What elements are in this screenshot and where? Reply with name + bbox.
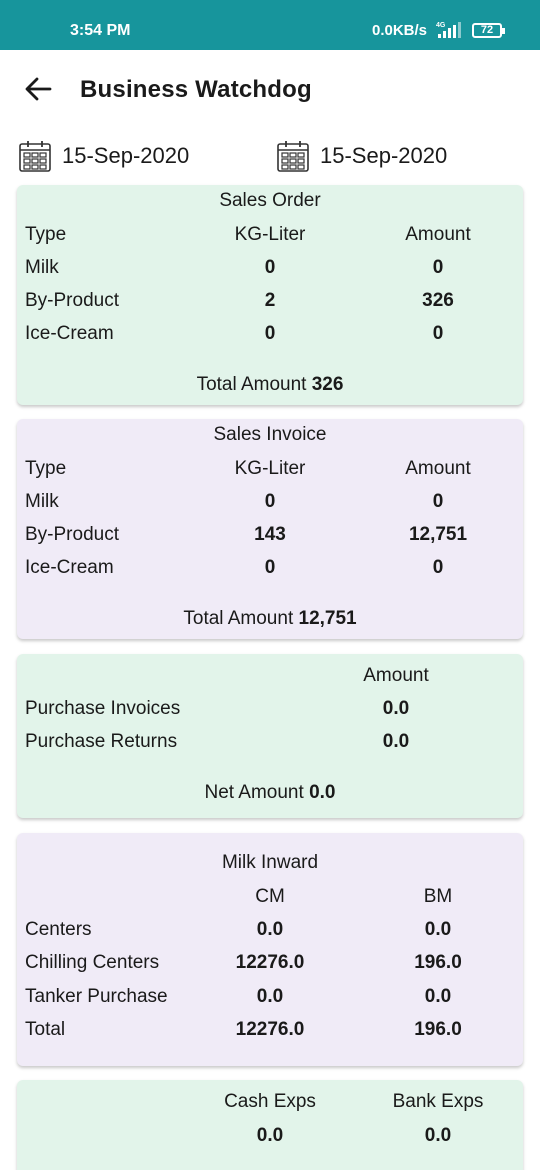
milk-inward-title: Milk Inward — [221, 852, 319, 873]
header-amount: Amount — [405, 458, 471, 479]
header-cm: CM — [255, 886, 285, 907]
signal-icon: 4G — [436, 22, 461, 38]
inward-row-cm: 0.0 — [256, 986, 284, 1007]
calendar-icon — [19, 141, 51, 172]
total-value: 12,751 — [298, 608, 357, 629]
from-date-picker[interactable]: 15-Sep-2020 — [18, 138, 189, 174]
row-amount: 0 — [432, 491, 444, 512]
row-qty: 0 — [264, 491, 276, 512]
status-time: 3:54 PM — [70, 22, 131, 39]
status-bar: 3:54 PM 0.0KB/s 4G 72 — [0, 0, 540, 50]
to-date-value: 15-Sep-2020 — [320, 143, 448, 168]
calendar-icon — [277, 141, 309, 172]
purchase-row-amount: 0.0 — [382, 731, 410, 752]
network-speed: 0.0KB/s — [372, 22, 428, 39]
app-bar: Business Watchdog — [0, 50, 540, 130]
milk-inward-card: Milk Inward CM BM Centers 0.0 0.0 Chilli… — [17, 833, 523, 1066]
to-date-picker[interactable]: 15-Sep-2020 — [276, 138, 447, 174]
row-amount: 0 — [432, 323, 444, 344]
inward-row-label: Total — [25, 1019, 66, 1040]
cash-exps-value: 0.0 — [256, 1125, 284, 1146]
purchase-card: Amount Purchase Invoices 0.0 Purchase Re… — [17, 654, 523, 818]
inward-row-bm: 0.0 — [424, 919, 452, 940]
row-type: By-Product — [25, 290, 119, 311]
sales-invoice-total: Total Amount 12,751 — [17, 608, 523, 630]
row-qty: 0 — [264, 323, 276, 344]
purchase-row-amount: 0.0 — [382, 698, 410, 719]
header-amount: Amount — [405, 224, 471, 245]
row-amount: 0 — [432, 257, 444, 278]
row-type: Milk — [25, 257, 59, 278]
total-label: Total Amount — [196, 374, 307, 395]
inward-row-bm: 0.0 — [424, 986, 452, 1007]
sales-order-total: Total Amount 326 — [17, 374, 523, 396]
total-label: Total Amount — [183, 608, 294, 629]
header-kg-liter: KG-Liter — [234, 458, 306, 479]
purchase-row-label: Purchase Invoices — [25, 698, 181, 719]
purchase-net-total: Net Amount 0.0 — [17, 782, 523, 804]
total-value: 326 — [311, 374, 344, 395]
purchase-amount-header: Amount — [363, 665, 429, 686]
inward-row-bm: 196.0 — [414, 1019, 462, 1040]
header-type: Type — [25, 458, 67, 479]
inward-row-cm: 0.0 — [256, 919, 284, 940]
battery-level: 72 — [480, 24, 494, 36]
purchase-row-label: Purchase Returns — [25, 731, 178, 752]
inward-row-cm: 12276.0 — [235, 952, 305, 973]
from-date-value: 15-Sep-2020 — [62, 143, 190, 168]
row-qty: 0 — [264, 557, 276, 578]
arrow-left-icon[interactable] — [24, 76, 52, 102]
inward-row-cm: 12276.0 — [235, 1019, 305, 1040]
row-type: Ice-Cream — [25, 557, 114, 578]
net-value: 0.0 — [309, 782, 336, 803]
inward-row-bm: 196.0 — [414, 952, 462, 973]
inward-row-label: Centers — [25, 919, 92, 940]
row-amount: 0 — [432, 557, 444, 578]
expenses-card: Cash Exps Bank Exps 0.0 0.0 — [17, 1080, 523, 1170]
row-amount: 12,751 — [408, 524, 468, 545]
inward-row-label: Tanker Purchase — [25, 986, 168, 1007]
inward-row-label: Chilling Centers — [25, 952, 160, 973]
sales-invoice-title: Sales Invoice — [213, 424, 327, 445]
sales-invoice-card: Sales Invoice Type KG-Liter Amount Milk … — [17, 419, 523, 639]
header-bank-exps: Bank Exps — [392, 1091, 484, 1112]
row-amount: 326 — [422, 290, 454, 311]
sales-order-card: Sales Order Type KG-Liter Amount Milk 0 … — [17, 185, 523, 405]
date-range: 15-Sep-2020 15-Sep-2020 — [0, 138, 540, 178]
sales-order-title: Sales Order — [219, 190, 321, 211]
row-type: Milk — [25, 491, 59, 512]
net-label: Net Amount — [204, 782, 304, 803]
header-type: Type — [25, 224, 67, 245]
row-qty: 143 — [254, 524, 286, 545]
row-qty: 2 — [264, 290, 276, 311]
row-type: Ice-Cream — [25, 323, 114, 344]
header-cash-exps: Cash Exps — [224, 1091, 316, 1112]
bank-exps-value: 0.0 — [424, 1125, 452, 1146]
page-title: Business Watchdog — [80, 76, 312, 103]
row-qty: 0 — [264, 257, 276, 278]
row-type: By-Product — [25, 524, 119, 545]
battery-icon: 72 — [472, 23, 505, 38]
header-bm: BM — [423, 886, 453, 907]
network-type: 4G — [436, 22, 446, 29]
header-kg-liter: KG-Liter — [234, 224, 306, 245]
